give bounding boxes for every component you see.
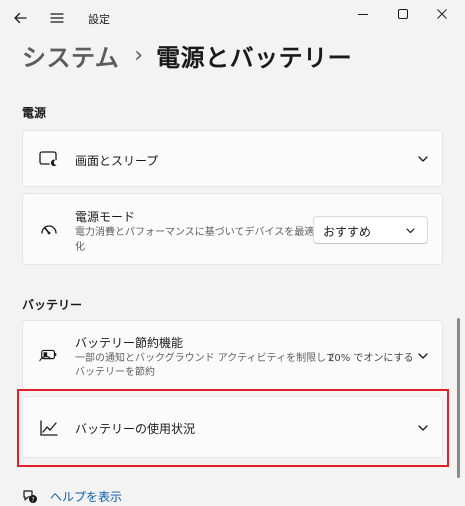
power-mode-selected-value: おすすめ (323, 225, 372, 239)
power-mode-description-line2: 化 (75, 242, 85, 253)
highlight-box (17, 389, 449, 467)
power-mode-dropdown[interactable]: おすすめ (313, 216, 428, 244)
hamburger-icon (50, 13, 64, 23)
title-bar: 設定 (0, 0, 465, 38)
maximize-icon (398, 9, 408, 19)
section-power-heading: 電源 (22, 106, 47, 120)
power-mode-description-line1: 電力消費とパフォーマンスに基づいてデバイスを最適 (75, 227, 315, 238)
battery-saver-status: 20% でオンにする (328, 353, 414, 364)
screen-sleep-icon (39, 149, 59, 169)
app-title: 設定 (88, 13, 110, 26)
screen-sleep-title: 画面とスリープ (75, 154, 159, 168)
close-icon (437, 9, 447, 19)
page-title: 電源とバッテリー (156, 43, 353, 72)
back-button[interactable] (6, 4, 34, 32)
breadcrumb-separator: › (134, 42, 144, 68)
minimize-icon (358, 14, 368, 15)
screen-sleep-card[interactable]: 画面とスリープ (22, 130, 443, 187)
menu-button[interactable] (43, 4, 71, 32)
dropdown-chevron-icon (406, 228, 415, 234)
power-mode-title: 電源モード (75, 210, 136, 224)
breadcrumb-system-link[interactable]: システム (22, 38, 119, 73)
breadcrumb: システム › 電源とバッテリー (22, 38, 352, 72)
svg-text:?: ? (31, 497, 34, 504)
help-icon: ? (23, 490, 37, 504)
chevron-down-icon[interactable] (416, 152, 430, 166)
help-link[interactable]: ヘルプを表示 (50, 488, 122, 505)
battery-saver-description-line1: 一部の通知とバックグラウンド アクティビティを制限して (75, 353, 336, 364)
back-arrow-icon (14, 12, 27, 24)
battery-saver-description-line2: バッテリーを節約 (75, 367, 155, 378)
power-mode-icon (39, 220, 59, 240)
help-row[interactable]: ? ヘルプを表示 (22, 487, 122, 505)
scrollbar[interactable] (457, 318, 460, 478)
battery-saver-icon (39, 345, 59, 365)
battery-saver-title: バッテリー節約機能 (75, 336, 184, 350)
close-button[interactable] (419, 0, 465, 28)
power-mode-card: 電源モード 電力消費とパフォーマンスに基づいてデバイスを最適 化 おすすめ (22, 193, 443, 265)
chevron-down-icon[interactable] (416, 349, 430, 363)
section-battery-heading: バッテリー (22, 298, 83, 312)
battery-saver-card[interactable]: バッテリー節約機能 一部の通知とバックグラウンド アクティビティを制限して バッ… (22, 320, 443, 390)
